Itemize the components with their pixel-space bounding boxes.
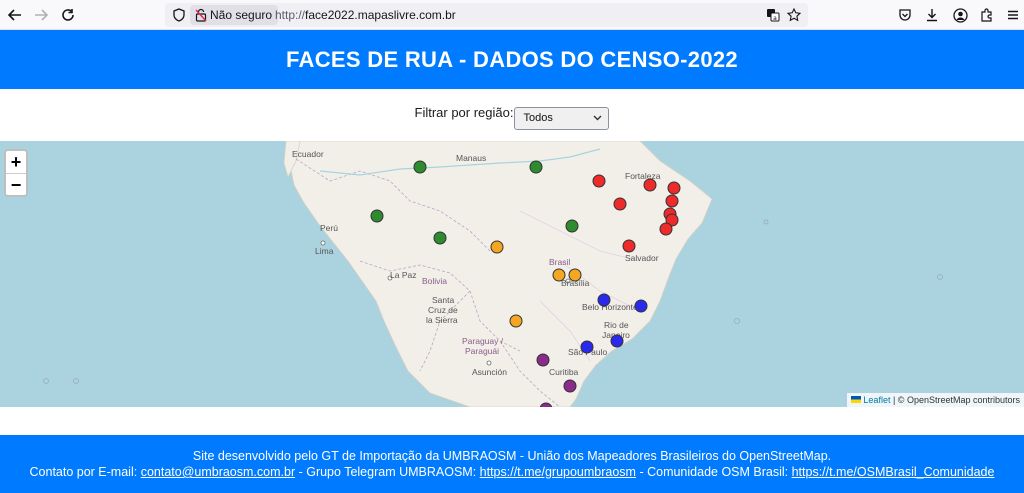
- translate-icon[interactable]: a: [765, 7, 781, 23]
- reload-button[interactable]: [58, 5, 78, 25]
- marker-center-west[interactable]: [552, 268, 566, 282]
- region-filter: Filtrar por região: Todos: [0, 89, 1024, 141]
- map-label-bolivia: Bolivia: [422, 276, 447, 286]
- ukraine-flag-icon: [851, 396, 862, 404]
- contact-prefix: Contato por E-mail:: [29, 465, 141, 479]
- marker-northeast[interactable]: [667, 181, 681, 195]
- svg-text:a: a: [773, 15, 777, 22]
- map-label-belo: Belo Horizonte: [582, 302, 638, 312]
- zoom-control: + −: [4, 149, 28, 197]
- osm-attribution[interactable]: OpenStreetMap contributors: [907, 395, 1020, 405]
- map-label-fortaleza: Fortaleza: [625, 171, 661, 181]
- site-footer: Site desenvolvido pelo GT de Importação …: [0, 435, 1024, 493]
- insecure-badge[interactable]: Não seguro: [190, 5, 279, 25]
- telegram-prefix: - Grupo Telegram UMBRAOSM:: [295, 465, 480, 479]
- island: [937, 274, 943, 280]
- map-label-salvador: Salvador: [625, 253, 659, 263]
- map-label-rio1: Rio de: [604, 320, 629, 330]
- site-header: FACES DE RUA - DADOS DO CENSO-2022: [0, 30, 1024, 89]
- spacer: [0, 407, 1024, 435]
- telegram-link[interactable]: https://t.me/grupoumbraosm: [480, 465, 636, 479]
- map-label-ecuador: Ecuador: [292, 149, 324, 159]
- broken-lock-icon: [195, 8, 207, 22]
- region-select[interactable]: Todos: [514, 106, 610, 130]
- island: [73, 378, 79, 384]
- filter-label: Filtrar por região:: [414, 104, 514, 120]
- island: [734, 318, 740, 324]
- arrow-right-icon: [35, 9, 48, 21]
- map-label-cruz: Cruz de: [428, 305, 458, 315]
- footer-line-1: Site desenvolvido pelo GT de Importação …: [192, 449, 832, 463]
- map-attribution: Leaflet | © OpenStreetMap contributors: [847, 393, 1024, 407]
- zoom-out-button[interactable]: −: [6, 173, 26, 195]
- marker-southeast[interactable]: [580, 340, 594, 354]
- download-icon[interactable]: [923, 6, 941, 24]
- forward-button[interactable]: [31, 5, 51, 25]
- map-label-curitiba: Curitiba: [549, 367, 579, 377]
- marker-center-west[interactable]: [568, 268, 582, 282]
- marker-south[interactable]: [563, 379, 577, 393]
- back-button[interactable]: [5, 5, 25, 25]
- map-label-santa: Santa: [432, 295, 454, 305]
- map-label-asuncion: Asunción: [472, 367, 507, 377]
- map-label-sierra: la Sierra: [426, 315, 458, 325]
- map-label-manaus: Manaus: [456, 153, 486, 163]
- marker-north[interactable]: [433, 231, 447, 245]
- region-select-value: Todos: [523, 112, 553, 124]
- marker-north[interactable]: [413, 160, 427, 174]
- account-icon[interactable]: [951, 6, 969, 24]
- map-label-paraguay2: Paraguái: [465, 346, 499, 356]
- url-bar[interactable]: Não seguro http://face2022.mapaslivre.co…: [165, 3, 808, 27]
- url-prefix: http://: [275, 8, 306, 22]
- marker-center-west[interactable]: [509, 314, 523, 328]
- bookmark-star-icon[interactable]: [786, 7, 802, 23]
- zoom-in-button[interactable]: +: [6, 151, 26, 173]
- url-domain: face2022.mapaslivre.com.br: [305, 8, 456, 22]
- marker-north[interactable]: [565, 219, 579, 233]
- community-prefix: - Comunidade OSM Brasil:: [635, 465, 792, 479]
- page-title: FACES DE RUA - DADOS DO CENSO-2022: [286, 46, 738, 72]
- marker-center-west[interactable]: [490, 240, 504, 254]
- map-tiles[interactable]: Ecuador Manaus Fortaleza Perú Lima Brasi…: [0, 141, 1024, 407]
- insecure-label: Não seguro: [210, 8, 273, 22]
- island: [43, 378, 49, 384]
- attribution-separator: | ©: [890, 395, 907, 405]
- marker-northeast[interactable]: [613, 197, 627, 211]
- chevron-down-icon: [593, 115, 602, 121]
- map-label-paraguay1: Paraguay /: [462, 336, 504, 346]
- marker-north[interactable]: [370, 209, 384, 223]
- browser-toolbar: Não seguro http://face2022.mapaslivre.co…: [0, 0, 1024, 30]
- extensions-icon[interactable]: [978, 6, 996, 24]
- menu-icon[interactable]: [1004, 6, 1022, 24]
- marker-southeast[interactable]: [634, 299, 648, 313]
- arrow-left-icon: [8, 9, 21, 21]
- island: [763, 219, 769, 225]
- shield-icon[interactable]: [171, 7, 187, 23]
- map-label-lima: Lima: [315, 246, 334, 256]
- map-label-brasil: Brasil: [549, 257, 570, 267]
- map[interactable]: Ecuador Manaus Fortaleza Perú Lima Brasi…: [0, 141, 1024, 407]
- community-link[interactable]: https://t.me/OSMBrasil_Comunidade: [792, 465, 995, 479]
- marker-northeast[interactable]: [592, 174, 606, 188]
- marker-north[interactable]: [529, 160, 543, 174]
- footer-line-2: Contato por E-mail: contato@umbraosm.com…: [0, 464, 1024, 480]
- marker-northeast[interactable]: [622, 239, 636, 253]
- reload-icon: [62, 9, 74, 21]
- email-link[interactable]: contato@umbraosm.com.br: [141, 465, 295, 479]
- url-text[interactable]: http://face2022.mapaslivre.com.br: [275, 3, 456, 27]
- marker-southeast[interactable]: [610, 334, 624, 348]
- leaflet-link[interactable]: Leaflet: [863, 395, 890, 405]
- marker-northeast[interactable]: [643, 178, 657, 192]
- marker-northeast[interactable]: [659, 222, 673, 236]
- map-label-peru: Perú: [320, 223, 338, 233]
- marker-southeast[interactable]: [597, 293, 611, 307]
- marker-northeast[interactable]: [665, 194, 679, 208]
- map-label-lapaz: La Paz: [390, 270, 416, 280]
- marker-south[interactable]: [536, 353, 550, 367]
- pocket-icon[interactable]: [896, 6, 914, 24]
